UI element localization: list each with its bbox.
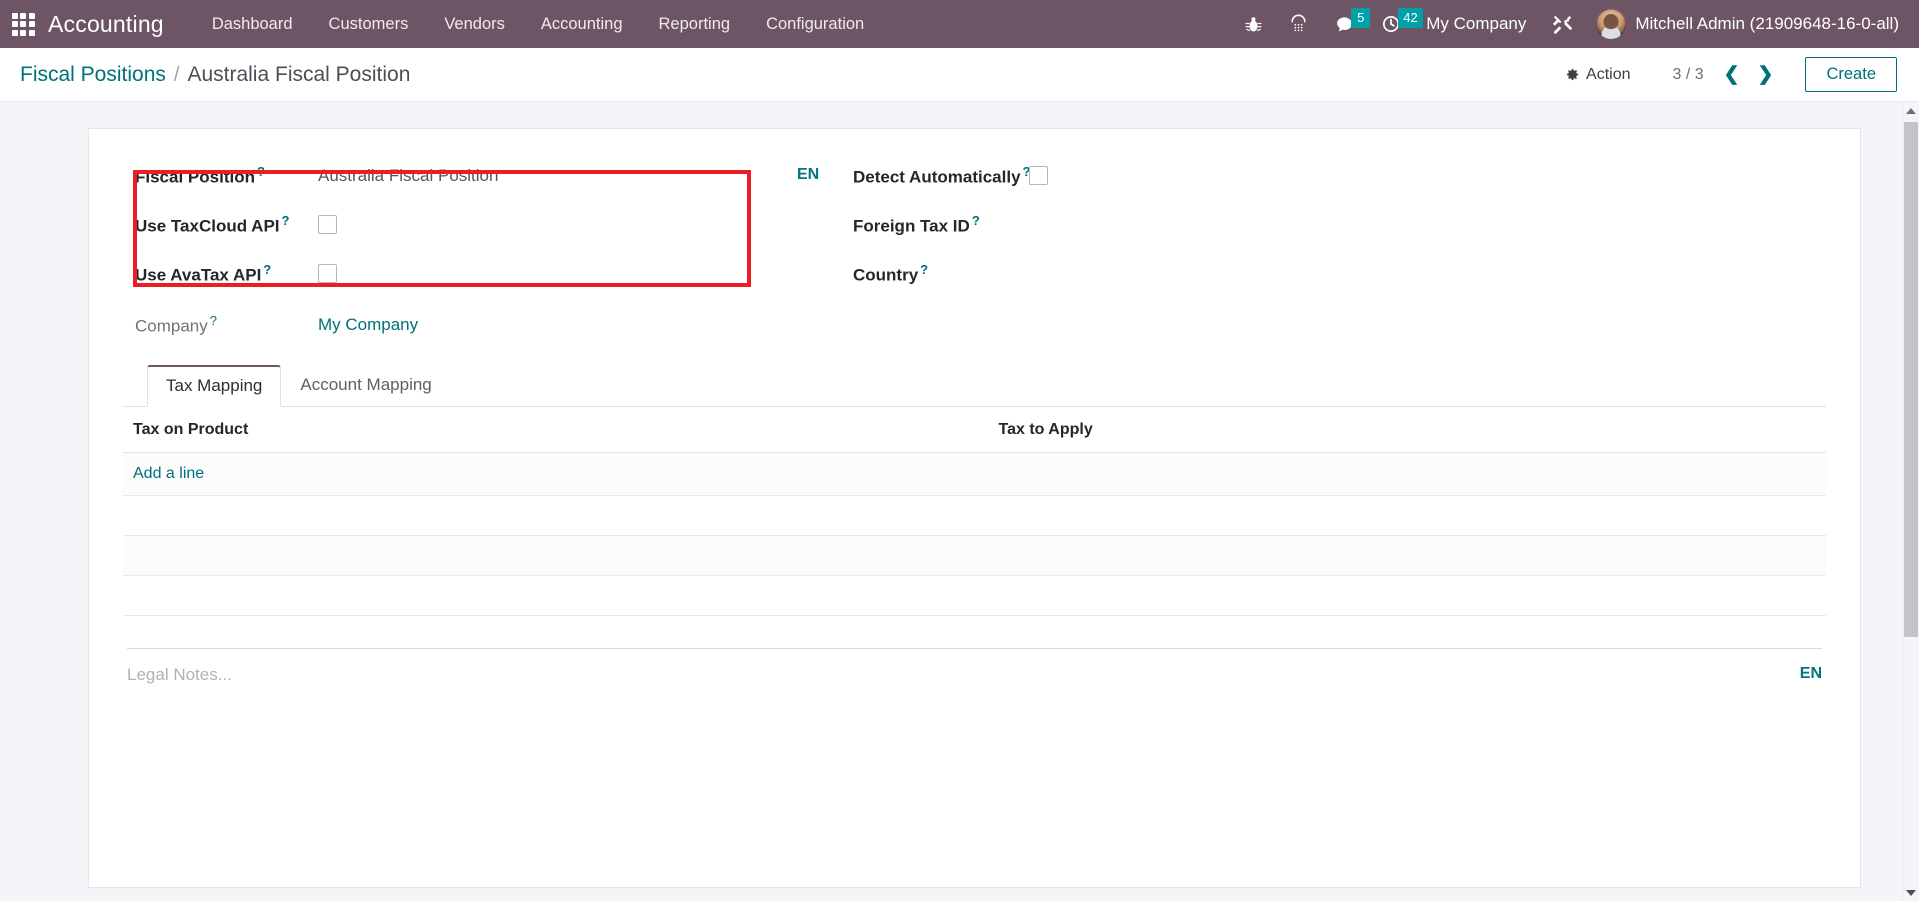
field-value-company[interactable]: My Company: [318, 315, 418, 335]
scroll-down-arrow-icon[interactable]: [1903, 884, 1919, 901]
menu-item-reporting[interactable]: Reporting: [641, 0, 749, 48]
apps-grid-icon[interactable]: [10, 11, 36, 37]
field-value-fiscal-position[interactable]: Australia Fiscal Position: [318, 166, 498, 186]
field-fiscal-position: Fiscal Position? Australia Fiscal Positi…: [135, 151, 763, 200]
field-country: Country?: [853, 249, 1826, 298]
menu-item-dashboard[interactable]: Dashboard: [194, 0, 311, 48]
scroll-up-arrow-icon[interactable]: [1903, 102, 1919, 119]
record-pager: 3 / 3 ❮ ❯: [1662, 63, 1781, 86]
help-tooltip-icon[interactable]: ?: [972, 213, 980, 228]
menu-item-accounting[interactable]: Accounting: [523, 0, 641, 48]
sheet-background: Fiscal Position? Australia Fiscal Positi…: [0, 102, 1919, 901]
navbar-right-tools: 5 42 My Company Mitchell Admin (21909648…: [1231, 0, 1905, 48]
field-label-fiscal-position: Fiscal Position?: [135, 163, 265, 187]
legal-notes-section: Legal Notes... EN: [123, 648, 1826, 705]
help-tooltip-icon[interactable]: ?: [920, 262, 928, 277]
field-label-use-taxcloud-api: Use TaxCloud API?: [135, 212, 290, 236]
help-tooltip-icon[interactable]: ?: [282, 213, 290, 228]
breadcrumb-separator: /: [173, 63, 180, 86]
field-detect-automatically: Detect Automatically?: [853, 151, 1826, 200]
field-label-detect-automatically: Detect Automatically?: [853, 163, 1031, 187]
chevron-right-icon[interactable]: ❯: [1750, 63, 1782, 86]
field-company: Company? My Company: [123, 300, 1826, 349]
breadcrumb: Fiscal Positions / Australia Fiscal Posi…: [20, 63, 410, 87]
tax-mapping-table: Tax on Product Tax to Apply Add a line: [123, 407, 1826, 616]
table-row: [123, 575, 1826, 616]
form-column-right: EN Detect Automatically? Foreign Tax ID?: [763, 151, 1826, 298]
chevron-left-icon[interactable]: ❮: [1716, 63, 1748, 86]
notebook-tabs: Tax Mapping Account Mapping: [123, 365, 1826, 407]
menu-item-vendors[interactable]: Vendors: [426, 0, 523, 48]
tab-account-mapping[interactable]: Account Mapping: [281, 365, 450, 407]
field-use-taxcloud-api: Use TaxCloud API?: [135, 200, 763, 249]
app-brand-accounting[interactable]: Accounting: [48, 11, 164, 38]
form-sheet: Fiscal Position? Australia Fiscal Positi…: [88, 128, 1861, 888]
messages-icon[interactable]: 5: [1321, 0, 1371, 48]
top-navbar: Accounting Dashboard Customers Vendors A…: [0, 0, 1919, 48]
action-button[interactable]: Action: [1553, 60, 1642, 90]
create-button[interactable]: Create: [1805, 57, 1897, 92]
table-row: [123, 495, 1826, 536]
legal-notes-input[interactable]: Legal Notes...: [127, 665, 1788, 705]
help-tooltip-icon[interactable]: ?: [257, 164, 265, 179]
field-label-company: Company?: [135, 312, 217, 336]
action-button-label: Action: [1586, 65, 1631, 83]
tools-icon[interactable]: [1538, 0, 1586, 48]
notebook: Tax Mapping Account Mapping Tax on Produ…: [123, 365, 1826, 616]
field-foreign-tax-id: Foreign Tax ID?: [853, 200, 1826, 249]
form-fields: Fiscal Position? Australia Fiscal Positi…: [123, 151, 1826, 298]
form-column-left: Fiscal Position? Australia Fiscal Positi…: [123, 151, 763, 298]
scrollbar-thumb[interactable]: [1904, 122, 1918, 637]
avatar: [1596, 9, 1627, 39]
control-panel: Fiscal Positions / Australia Fiscal Posi…: [0, 48, 1919, 102]
content-area: Fiscal Position? Australia Fiscal Positi…: [0, 102, 1919, 901]
main-menu: Dashboard Customers Vendors Accounting R…: [194, 0, 882, 48]
column-header-tax-to-apply: Tax to Apply: [974, 407, 1826, 453]
vertical-scrollbar[interactable]: [1902, 102, 1919, 901]
menu-item-customers[interactable]: Customers: [311, 0, 427, 48]
menu-item-configuration[interactable]: Configuration: [748, 0, 882, 48]
notes-line: Legal Notes... EN: [127, 649, 1822, 705]
activities-badge: 42: [1398, 8, 1423, 28]
language-tag-en[interactable]: EN: [797, 151, 853, 298]
notes-language-tag-en[interactable]: EN: [1788, 665, 1822, 683]
add-line-row: Add a line: [123, 452, 1826, 496]
breadcrumb-current-record: Australia Fiscal Position: [187, 62, 411, 86]
add-a-line-button[interactable]: Add a line: [133, 465, 204, 482]
breadcrumb-fiscal-positions[interactable]: Fiscal Positions: [20, 63, 166, 87]
help-tooltip-icon[interactable]: ?: [263, 262, 271, 277]
user-name: Mitchell Admin (21909648-16-0-all): [1635, 14, 1899, 33]
pager-count: 3 / 3: [1672, 65, 1704, 83]
tab-tax-mapping[interactable]: Tax Mapping: [147, 365, 282, 407]
checkbox-detect-automatically[interactable]: [1029, 166, 1048, 185]
column-header-tax-on-product: Tax on Product: [123, 407, 975, 453]
checkbox-use-taxcloud-api[interactable]: [318, 215, 337, 234]
phone-keypad-icon[interactable]: [1276, 0, 1321, 48]
bug-icon[interactable]: [1231, 0, 1276, 48]
field-label-country: Country?: [853, 261, 929, 285]
gear-icon: [1565, 67, 1580, 82]
field-label-use-avatax-api: Use AvaTax API?: [135, 261, 272, 285]
user-menu[interactable]: Mitchell Admin (21909648-16-0-all): [1586, 9, 1905, 39]
help-tooltip-icon[interactable]: ?: [210, 313, 217, 328]
activities-clock-icon[interactable]: 42: [1368, 0, 1423, 48]
control-panel-right: Action 3 / 3 ❮ ❯ Create: [1553, 57, 1897, 92]
field-label-foreign-tax-id: Foreign Tax ID?: [853, 212, 980, 236]
table-row: [123, 535, 1826, 576]
field-use-avatax-api: Use AvaTax API?: [135, 249, 763, 298]
checkbox-use-avatax-api[interactable]: [318, 264, 337, 283]
table-header-row: Tax on Product Tax to Apply: [123, 407, 1826, 453]
company-switcher[interactable]: My Company: [1414, 14, 1538, 34]
